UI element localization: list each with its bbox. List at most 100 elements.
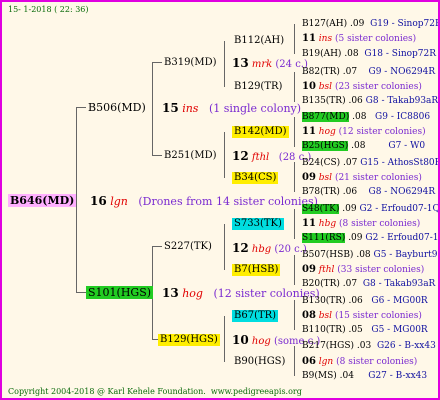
connector [294, 24, 295, 54]
gen4-entry: B78(TR) .06 G8 - NO6294R [302, 188, 435, 197]
gen4-label[interactable]: B127(AH) [302, 19, 347, 29]
gen4-code: G27 - B-xx43 [368, 371, 428, 381]
copyright: Copyright 2004-2018 @ Karl Kehele Founda… [8, 388, 302, 396]
gen1-word: hog [182, 287, 203, 300]
gen4-label[interactable]: B135(TR) [302, 96, 346, 106]
gen3-info: 09 fthl (33 sister colonies) [302, 265, 424, 275]
gen4-num: .09 [350, 19, 365, 29]
gen2-word: fthl [251, 152, 270, 163]
gen3-word: ins [318, 34, 333, 44]
gen4-num: .04 [339, 371, 354, 381]
gen2-label[interactable]: B319(MD) [162, 57, 219, 69]
gen1-num: 15 [162, 101, 179, 115]
gen4-num: .03 [356, 341, 372, 351]
gen4-entry: B82(TR) .07 G9 - NO6294R [302, 68, 435, 77]
connector [76, 107, 86, 108]
gen3-label[interactable]: B142(MD) [232, 126, 289, 138]
gen3-label[interactable]: B34(CS) [232, 172, 279, 184]
gen3-word: hbg [318, 219, 337, 229]
gen3-label[interactable]: B90(HGS) [232, 356, 287, 368]
gen3-word: bsl [318, 82, 333, 92]
gen3-info: 06 lgn (8 sister colonies) [302, 357, 417, 367]
gen4-num: .06 [348, 296, 363, 306]
gen4-entry: B20(TR) .07 G8 - Takab93aR [302, 280, 435, 289]
gen3-info: 09 bsl (21 sister colonies) [302, 173, 422, 183]
gen4-label[interactable]: B19(AH) [302, 49, 341, 59]
gen4-label[interactable]: B130(TR) [302, 296, 346, 306]
gen2-info: 12 fthl (28 c.) [232, 150, 311, 163]
gen4-code: G5 - Bayburt98-3 [373, 250, 438, 260]
gen4-code: G8 - Takab93aR [365, 96, 439, 106]
gen3-note: (21 sister colonies) [334, 173, 422, 183]
gen4-num: .06 [342, 187, 358, 197]
gen4-label[interactable]: B110(TR) [302, 325, 346, 335]
gen4-label[interactable]: S48(TK) [302, 204, 340, 214]
gen4-num: .08 [351, 141, 366, 151]
gen4-num: .07 [342, 279, 358, 289]
gen4-label[interactable]: B24(CS) [302, 158, 340, 168]
connector [224, 41, 225, 87]
gen4-label[interactable]: B217(HGS) [302, 341, 354, 351]
connector [224, 132, 225, 178]
gen4-num: .09 [348, 233, 363, 243]
connector [294, 162, 295, 192]
gen4-label[interactable]: B78(TR) [302, 187, 340, 197]
gen4-code: G26 - B-xx43 [376, 341, 436, 351]
gen3-word: fthl [318, 265, 335, 275]
gen4-label[interactable]: S111(RS) [302, 233, 346, 243]
root-drone-info: 16 lgn (Drones from 14 sister colonies) [90, 195, 318, 207]
gen4-code: G8 - NO6294R [368, 187, 436, 197]
gen2-word: hbg [251, 244, 272, 255]
root-queen-label[interactable]: B646(MD) [8, 194, 77, 207]
gen1-word: ins [182, 102, 199, 115]
gen3-info: 11 hbg (8 sister colonies) [302, 219, 420, 229]
gen4-code: G9 - IC8806 [375, 112, 431, 122]
gen1-num: 13 [162, 286, 179, 300]
gen4-label[interactable]: B82(TR) [302, 67, 340, 77]
gen1-label[interactable]: B506(MD) [86, 101, 148, 114]
connector [152, 62, 162, 63]
gen4-label[interactable]: B25(HGS) [302, 141, 349, 151]
gen3-label[interactable]: B7(HSB) [232, 264, 281, 276]
gen4-code: G6 - MG00R [371, 296, 428, 306]
gen4-label[interactable]: B9(MS) [302, 371, 337, 381]
connector [294, 72, 295, 102]
gen3-word: bsl [318, 173, 333, 183]
gen4-label[interactable]: B507(HSB) [302, 250, 353, 260]
gen2-num: 10 [232, 333, 249, 347]
gen1-label[interactable]: S101(HGS) [86, 286, 154, 299]
root-word: lgn [110, 195, 128, 208]
connector [152, 62, 153, 155]
gen2-info: 12 hbg (20 c.) [232, 242, 307, 255]
gen4-num: .05 [348, 325, 363, 335]
gen3-note: (23 sister colonies) [334, 82, 422, 92]
pedigree-chart: 15- 1-2018 ( 22: 36) Copyright 2004-2018… [0, 0, 440, 400]
connector [152, 246, 162, 247]
gen4-num: .07 [342, 67, 358, 77]
gen4-code: G8 - Takab93aR [362, 279, 436, 289]
gen1-info: 15 ins (1 single colony) [162, 102, 301, 114]
connector [294, 346, 295, 376]
gen3-label[interactable]: B112(AH) [232, 35, 286, 47]
gen3-word: hog [318, 127, 336, 137]
gen3-label[interactable]: S733(TK) [232, 218, 284, 230]
gen3-info: 10 bsl (23 sister colonies) [302, 82, 422, 92]
gen4-label[interactable]: B877(MD) [302, 112, 350, 122]
gen4-label[interactable]: B20(TR) [302, 279, 340, 289]
connector [294, 209, 295, 239]
gen3-num: 11 [302, 126, 316, 137]
gen4-entry: B24(CS) .07 G15 - AthosSt80R [302, 158, 438, 168]
gen2-num: 12 [232, 241, 249, 255]
gen4-code: G18 - Sinop72R [364, 49, 437, 59]
gen2-num: 13 [232, 56, 249, 70]
connector [224, 224, 225, 270]
gen2-num: 12 [232, 149, 249, 163]
gen3-label[interactable]: B67(TR) [232, 310, 279, 322]
gen3-label[interactable]: B129(TR) [232, 81, 284, 93]
gen4-num: .08 [352, 112, 367, 122]
gen2-label[interactable]: B251(MD) [162, 150, 219, 162]
footer-url[interactable]: www.pedigreeapis.org [211, 387, 302, 396]
gen2-label[interactable]: S227(TK) [162, 241, 214, 253]
gen4-code: G9 - NO6294R [368, 67, 436, 77]
gen2-label[interactable]: B129(HGS) [158, 334, 220, 346]
